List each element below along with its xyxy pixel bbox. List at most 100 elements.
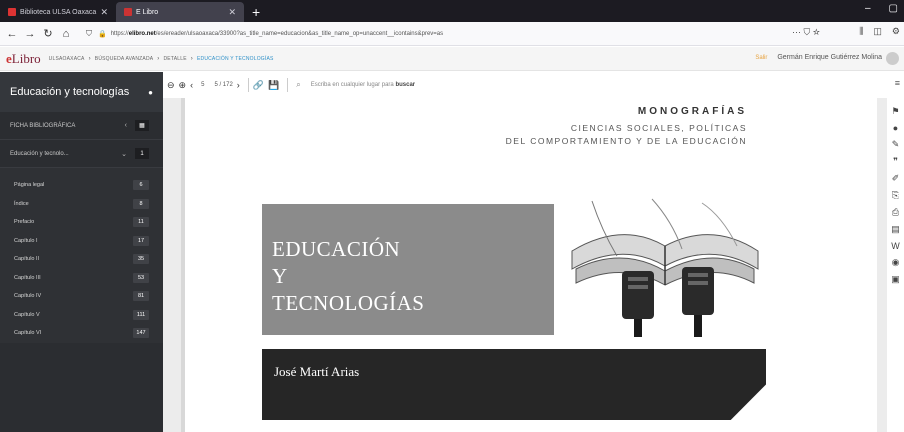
forward-icon[interactable]: → [24, 28, 36, 40]
favicon-icon [8, 8, 16, 16]
close-tab-icon[interactable]: ✕ [100, 7, 108, 18]
tab-elibro[interactable]: E Libro ✕ [116, 2, 244, 22]
url-actions[interactable]: ··· ⛉ ☆ [792, 27, 820, 38]
toc-item[interactable]: Capítulo V 111 [0, 306, 163, 325]
prev-page-icon[interactable]: ‹ [190, 80, 193, 90]
shield-icon: ⛉ [86, 28, 92, 38]
url-bar[interactable]: ⛉ 🔒 https://elibro.net/es/ereader/ulsaoa… [86, 25, 866, 42]
extension-icon[interactable]: ⚙ [892, 26, 900, 37]
chevron-right-icon: › [88, 55, 91, 62]
breadcrumb-item[interactable]: ULSAOAXACA [49, 56, 85, 62]
pin-icon[interactable]: ● [148, 88, 153, 97]
reload-icon[interactable]: ↻ [42, 27, 54, 40]
reader-toolbar: ⊖ ⊕ ‹ 5 5 / 172 › 🔗 💾 ⌕ Escriba en cualq… [163, 72, 904, 98]
browser-tab-bar: Biblioteca ULSA Oaxaca ✕ E Libro ✕ + – ▢ [0, 0, 904, 22]
toc-item[interactable]: Capítulo I 17 [0, 232, 163, 251]
tab-title: Biblioteca ULSA Oaxaca [20, 8, 97, 16]
edit-icon[interactable]: ✎ [892, 139, 900, 150]
save-icon[interactable]: 💾 [268, 80, 279, 91]
sidebar-title: Educación y tecnologías ● [0, 72, 163, 112]
page-input[interactable]: 5 [201, 82, 204, 88]
search-input[interactable]: Escriba en cualquier lugar para buscar [307, 82, 415, 88]
toc-count: 1 [135, 148, 149, 159]
maximize-icon[interactable]: ▢ [889, 3, 898, 14]
page-badge: 8 [133, 198, 149, 209]
breadcrumb: ULSAOAXACA › BÚSQUEDA AVANZADA › DETALLE… [49, 56, 274, 62]
series-subtitle-1: CIENCIAS SOCIALES, POLÍTICAS [570, 123, 747, 133]
toc-item[interactable]: Índice 8 [0, 195, 163, 214]
window-controls: – ▢ [865, 3, 898, 14]
chevron-left-icon[interactable]: ‹ [125, 122, 127, 129]
user-info: Salir Germán Enrique Gutiérrez Molina [755, 54, 882, 61]
logout-link[interactable]: Salir [755, 55, 767, 61]
zoom-out-icon[interactable]: ⊖ [167, 80, 175, 91]
new-tab-button[interactable]: + [252, 2, 260, 22]
series-subtitle-2: DEL COMPORTAMIENTO Y DE LA EDUCACIÓN [505, 136, 747, 146]
breadcrumb-item[interactable]: BÚSQUEDA AVANZADA [95, 56, 154, 62]
breadcrumb-item[interactable]: DETALLE [164, 56, 187, 62]
toc-item[interactable]: Página legal 6 [0, 176, 163, 195]
app-header: eLibro ULSAOAXACA › BÚSQUEDA AVANZADA › … [0, 47, 904, 71]
home-icon[interactable]: ⌂ [60, 28, 72, 40]
book-icon[interactable]: ▦ [135, 120, 149, 131]
toc-item[interactable]: Prefacio 11 [0, 213, 163, 232]
book-author: José Martí Arias [274, 364, 360, 379]
lock-icon: 🔒 [98, 30, 107, 38]
reader-sidebar: Educación y tecnologías ● FICHA BIBLIOGR… [0, 72, 163, 432]
page-badge: 11 [133, 217, 149, 228]
chevron-right-icon: › [157, 55, 160, 62]
next-page-icon[interactable]: › [237, 80, 240, 90]
page-badge: 81 [133, 291, 149, 302]
close-tab-icon[interactable]: ✕ [228, 7, 236, 18]
url-domain: elibro.net [128, 30, 156, 37]
sidebar-icon[interactable]: ◫ [873, 26, 882, 37]
reader-area: ⊖ ⊕ ‹ 5 5 / 172 › 🔗 💾 ⌕ Escriba en cualq… [163, 72, 904, 432]
document-page: MONOGRAFÍAS CIENCIAS SOCIALES, POLÍTICAS… [181, 98, 877, 432]
url-path: /es/ereader/ulsaoaxaca/33900?as_title_na… [155, 30, 444, 37]
page-badge: 111 [133, 309, 149, 320]
copy-icon[interactable]: ⎘ [892, 190, 899, 201]
sidebar-row-toc[interactable]: Educación y tecnolo... ⌄ 1 [0, 140, 163, 168]
page-badge: 17 [133, 235, 149, 246]
comment-icon[interactable]: ● [893, 123, 898, 133]
toolbar-divider [247, 78, 249, 92]
bookmark-icon[interactable]: ⚑ [891, 106, 899, 117]
toc-list: Página legal 6 Índice 8 Prefacio 11 Capítul… [0, 168, 163, 343]
highlight-icon[interactable]: ✐ [892, 173, 900, 184]
quote-icon[interactable]: ❞ [893, 156, 898, 167]
page-badge: 147 [133, 328, 149, 339]
chevron-down-icon[interactable]: ⌄ [121, 150, 127, 158]
page-count: 5 / 172 [214, 82, 233, 88]
avatar[interactable] [886, 52, 899, 65]
user-name[interactable]: Germán Enrique Gutiérrez Molina [777, 54, 882, 61]
minimize-icon[interactable]: – [865, 3, 871, 14]
toc-item[interactable]: Capítulo IV 81 [0, 287, 163, 306]
tab-title: E Libro [136, 8, 159, 16]
search-icon[interactable]: ⌕ [296, 80, 300, 90]
page-badge: 35 [133, 254, 149, 265]
print-icon[interactable]: ⎙ [892, 207, 899, 218]
menu-icon[interactable]: ≡ [895, 78, 900, 88]
word-icon[interactable]: W [891, 241, 900, 251]
reader-tools-column: ⚑ ● ✎ ❞ ✐ ⎘ ⎙ ▤ W ◉ ▣ [887, 98, 904, 432]
sidebar-row-ficha[interactable]: FICHA BIBLIOGRÁFICA ‹ ▦ [0, 112, 163, 140]
zoom-in-icon[interactable]: ⊕ [179, 80, 187, 91]
library-icon[interactable]: ⫼ [859, 26, 863, 37]
info-icon[interactable]: ▣ [891, 274, 900, 285]
toc-item[interactable]: Capítulo VI 147 [0, 324, 163, 343]
favicon-icon [124, 8, 132, 16]
breadcrumb-current: EDUCACIÓN Y TECNOLOGÍAS [196, 55, 274, 62]
share-icon[interactable]: ◉ [892, 257, 900, 268]
link-icon[interactable]: 🔗 [253, 80, 264, 91]
tab-biblioteca[interactable]: Biblioteca ULSA Oaxaca ✕ [0, 2, 116, 22]
back-icon[interactable]: ← [6, 28, 18, 40]
book-title: EDUCACIÓN Y TECNOLOGÍAS [272, 237, 425, 315]
toc-item[interactable]: Capítulo II 35 [0, 250, 163, 269]
page-badge: 53 [133, 272, 149, 283]
download-icon[interactable]: ▤ [891, 224, 900, 235]
toc-item[interactable]: Capítulo III 53 [0, 269, 163, 288]
series-title: MONOGRAFÍAS [637, 106, 747, 117]
elibro-logo[interactable]: eLibro [6, 51, 41, 67]
browser-nav-bar: ← → ↻ ⌂ ⛉ 🔒 https://elibro.net/es/ereade… [0, 22, 904, 46]
browser-toolbar-right: ⫼ ◫ ⚙ [859, 26, 900, 37]
